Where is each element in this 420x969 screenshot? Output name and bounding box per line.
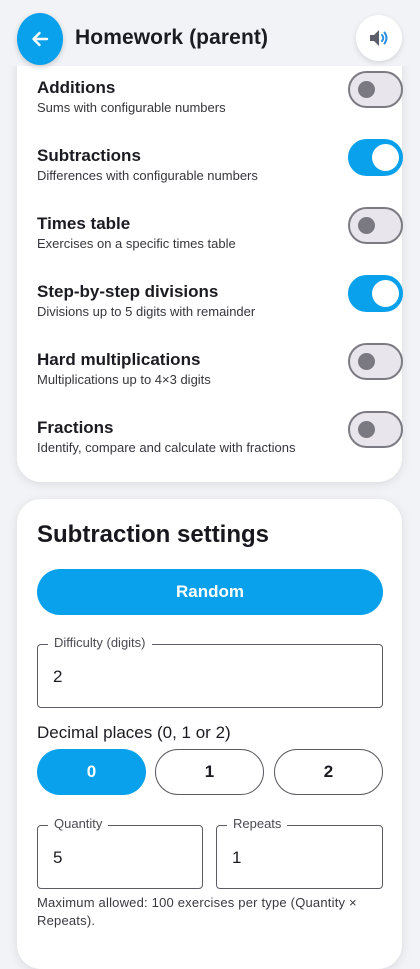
arrow-left-icon: [32, 31, 49, 47]
speaker-icon: [370, 30, 388, 46]
divisions-toggle[interactable]: [348, 275, 403, 312]
exercise-subtitle: Exercises on a specific times table: [37, 236, 236, 251]
sound-button[interactable]: [356, 15, 402, 61]
decimal-places-label: Decimal places (0, 1 or 2): [37, 723, 231, 742]
exercise-row-hard-multiplications: Hard multiplications Multiplications up …: [37, 343, 403, 410]
back-button[interactable]: [17, 13, 63, 65]
repeats-value: 1: [232, 848, 242, 867]
limit-footnote: Maximum allowed: 100 exercises per type …: [37, 895, 357, 928]
difficulty-field[interactable]: Difficulty (digits) 2: [37, 635, 383, 708]
toggle-knob: [358, 217, 375, 234]
difficulty-label: Difficulty (digits): [48, 635, 152, 650]
exercise-title: Times table: [37, 214, 131, 233]
exercise-types-card: Additions Sums with configurable numbers…: [17, 20, 403, 482]
hard-multiplications-toggle[interactable]: [348, 343, 403, 380]
quantity-value: 5: [53, 848, 63, 867]
exercise-row-additions: Additions Sums with configurable numbers: [37, 71, 403, 138]
exercise-title: Hard multiplications: [37, 350, 201, 369]
exercise-subtitle: Identify, compare and calculate with fra…: [37, 440, 296, 455]
toggle-knob: [358, 353, 375, 370]
app-header: Homework (parent): [0, 0, 420, 66]
exercise-subtitle: Multiplications up to 4×3 digits: [37, 372, 211, 387]
subtraction-settings-card: Subtraction settings Random Difficulty (…: [17, 499, 402, 969]
exercise-row-subtractions: Subtractions Differences with configurab…: [37, 139, 403, 206]
quantity-field[interactable]: Quantity 5: [37, 816, 203, 889]
page-title: Homework (parent): [75, 26, 269, 49]
exercise-row-divisions: Step-by-step divisions Divisions up to 5…: [37, 275, 403, 342]
random-button[interactable]: Random: [37, 569, 383, 615]
toggle-knob: [358, 81, 375, 98]
decimal-option-2[interactable]: 2: [274, 749, 383, 795]
exercise-subtitle: Sums with configurable numbers: [37, 100, 226, 115]
times-table-toggle[interactable]: [348, 207, 403, 244]
exercise-title: Fractions: [37, 418, 114, 437]
exercise-row-fractions: Fractions Identify, compare and calculat…: [37, 411, 403, 478]
repeats-label: Repeats: [227, 816, 288, 831]
toggle-knob: [358, 421, 375, 438]
quantity-label: Quantity: [48, 816, 109, 831]
toggle-knob: [372, 280, 399, 307]
subtractions-toggle[interactable]: [348, 139, 403, 176]
exercise-title: Step-by-step divisions: [37, 282, 219, 301]
toggle-knob: [372, 144, 399, 171]
exercise-title: Subtractions: [37, 146, 141, 165]
exercise-title: Additions: [37, 78, 116, 97]
fractions-toggle[interactable]: [348, 411, 403, 448]
settings-title: Subtraction settings: [37, 521, 270, 548]
exercise-subtitle: Differences with configurable numbers: [37, 168, 258, 183]
repeats-field[interactable]: Repeats 1: [216, 816, 383, 889]
decimal-option-1[interactable]: 1: [155, 749, 264, 795]
decimal-option-0[interactable]: 0: [37, 749, 146, 795]
difficulty-value: 2: [53, 667, 63, 686]
additions-toggle[interactable]: [348, 71, 403, 108]
exercise-row-times-table: Times table Exercises on a specific time…: [37, 207, 403, 274]
exercise-subtitle: Divisions up to 5 digits with remainder: [37, 304, 256, 319]
